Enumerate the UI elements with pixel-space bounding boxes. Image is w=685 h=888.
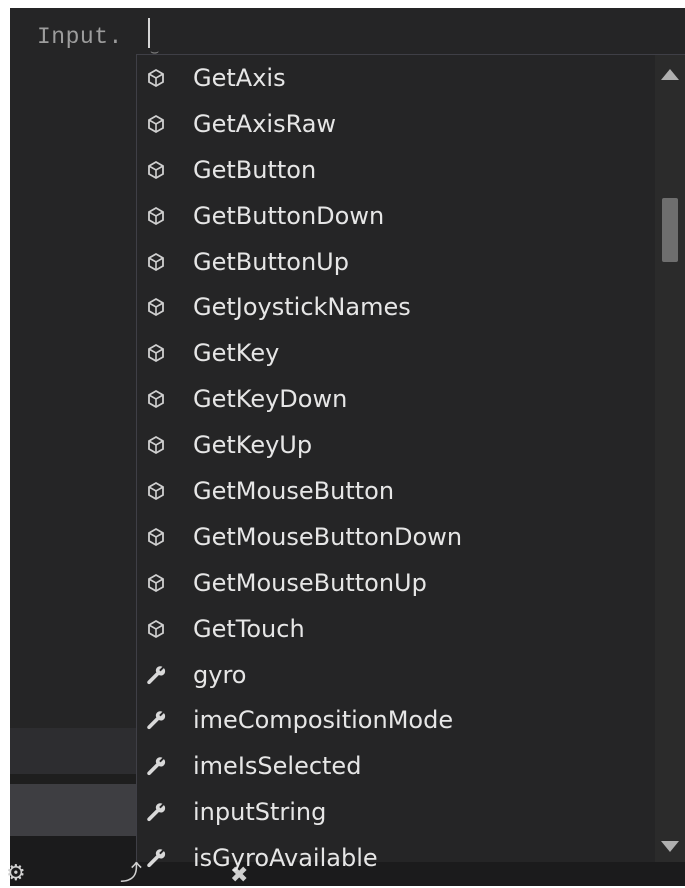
completion-item-getaxis[interactable]: GetAxis	[137, 55, 657, 101]
scroll-thumb[interactable]	[662, 198, 678, 262]
completion-item-label: inputString	[193, 798, 327, 827]
completion-item-getkeydown[interactable]: GetKeyDown	[137, 376, 657, 422]
completion-popup: GetAxis GetAxisRaw GetButton GetButtonDown G…	[136, 54, 685, 872]
completion-item-getaxisraw[interactable]: GetAxisRaw	[137, 101, 657, 147]
completion-item-label: GetTouch	[193, 614, 305, 643]
scrollbar[interactable]	[655, 55, 685, 862]
completion-item-gyro[interactable]: gyro	[137, 652, 657, 698]
property-wrench-icon	[145, 755, 167, 777]
completion-item-getbuttondown[interactable]: GetButtonDown	[137, 193, 657, 239]
completion-item-label: imeCompositionMode	[193, 706, 454, 735]
completion-item-inputstring[interactable]: inputString	[137, 789, 657, 835]
property-wrench-icon	[145, 664, 167, 686]
property-wrench-icon	[145, 801, 167, 823]
completion-item-label: gyro	[193, 660, 247, 689]
completion-item-label: GetKey	[193, 339, 280, 368]
completion-item-getjoysticknames[interactable]: GetJoystickNames	[137, 284, 657, 330]
method-cube-icon	[145, 526, 167, 548]
method-cube-icon	[145, 67, 167, 89]
method-cube-icon	[145, 251, 167, 273]
scroll-down-arrow-icon[interactable]	[661, 841, 679, 852]
property-wrench-icon	[145, 847, 167, 869]
completion-item-label: GetMouseButtonDown	[193, 522, 463, 551]
completion-item-label: GetAxis	[193, 63, 286, 92]
panel-strip	[10, 728, 136, 774]
completion-item-label: GetButtonDown	[193, 201, 385, 230]
panel-divider	[10, 774, 136, 784]
completion-item-label: GetMouseButton	[193, 476, 395, 505]
method-cube-icon	[145, 159, 167, 181]
method-cube-icon	[145, 618, 167, 640]
method-cube-icon	[145, 480, 167, 502]
completion-item-label: GetJoystickNames	[193, 293, 411, 322]
completion-item-getkeyup[interactable]: GetKeyUp	[137, 422, 657, 468]
method-cube-icon	[145, 113, 167, 135]
scroll-up-arrow-icon[interactable]	[661, 69, 679, 80]
panel-strip	[10, 784, 136, 836]
completion-item-label: GetAxisRaw	[193, 109, 337, 138]
method-cube-icon	[145, 572, 167, 594]
toolbar-icon[interactable]: ⚙	[6, 862, 26, 886]
completion-list: GetAxis GetAxisRaw GetButton GetButtonDown G…	[137, 55, 657, 881]
method-cube-icon	[145, 342, 167, 364]
completion-item-imeisselected[interactable]: imeIsSelected	[137, 743, 657, 789]
completion-item-getbutton[interactable]: GetButton	[137, 147, 657, 193]
completion-item-getkey[interactable]: GetKey	[137, 330, 657, 376]
completion-item-label: GetMouseButtonUp	[193, 568, 427, 597]
completion-item-getmousebuttonup[interactable]: GetMouseButtonUp	[137, 560, 657, 606]
completion-item-getmousebuttondown[interactable]: GetMouseButtonDown	[137, 514, 657, 560]
completion-item-label: isGyroAvailable	[193, 844, 378, 873]
method-cube-icon	[145, 388, 167, 410]
completion-item-label: GetKeyDown	[193, 385, 348, 414]
code-line[interactable]: Input.	[37, 24, 123, 50]
method-cube-icon	[145, 205, 167, 227]
property-wrench-icon	[145, 709, 167, 731]
completion-item-getmousebutton[interactable]: GetMouseButton	[137, 468, 657, 514]
toolbar-strip: ⚙	[6, 836, 136, 886]
completion-item-label: GetKeyUp	[193, 431, 313, 460]
completion-item-isgyroavailable[interactable]: isGyroAvailable	[137, 835, 657, 881]
completion-item-imecompositionmode[interactable]: imeCompositionMode	[137, 697, 657, 743]
completion-item-getbuttonup[interactable]: GetButtonUp	[137, 239, 657, 285]
completion-item-label: GetButtonUp	[193, 247, 349, 276]
completion-item-label: imeIsSelected	[193, 752, 362, 781]
completion-item-label: GetButton	[193, 155, 317, 184]
method-cube-icon	[145, 434, 167, 456]
method-cube-icon	[145, 296, 167, 318]
completion-item-gettouch[interactable]: GetTouch	[137, 606, 657, 652]
